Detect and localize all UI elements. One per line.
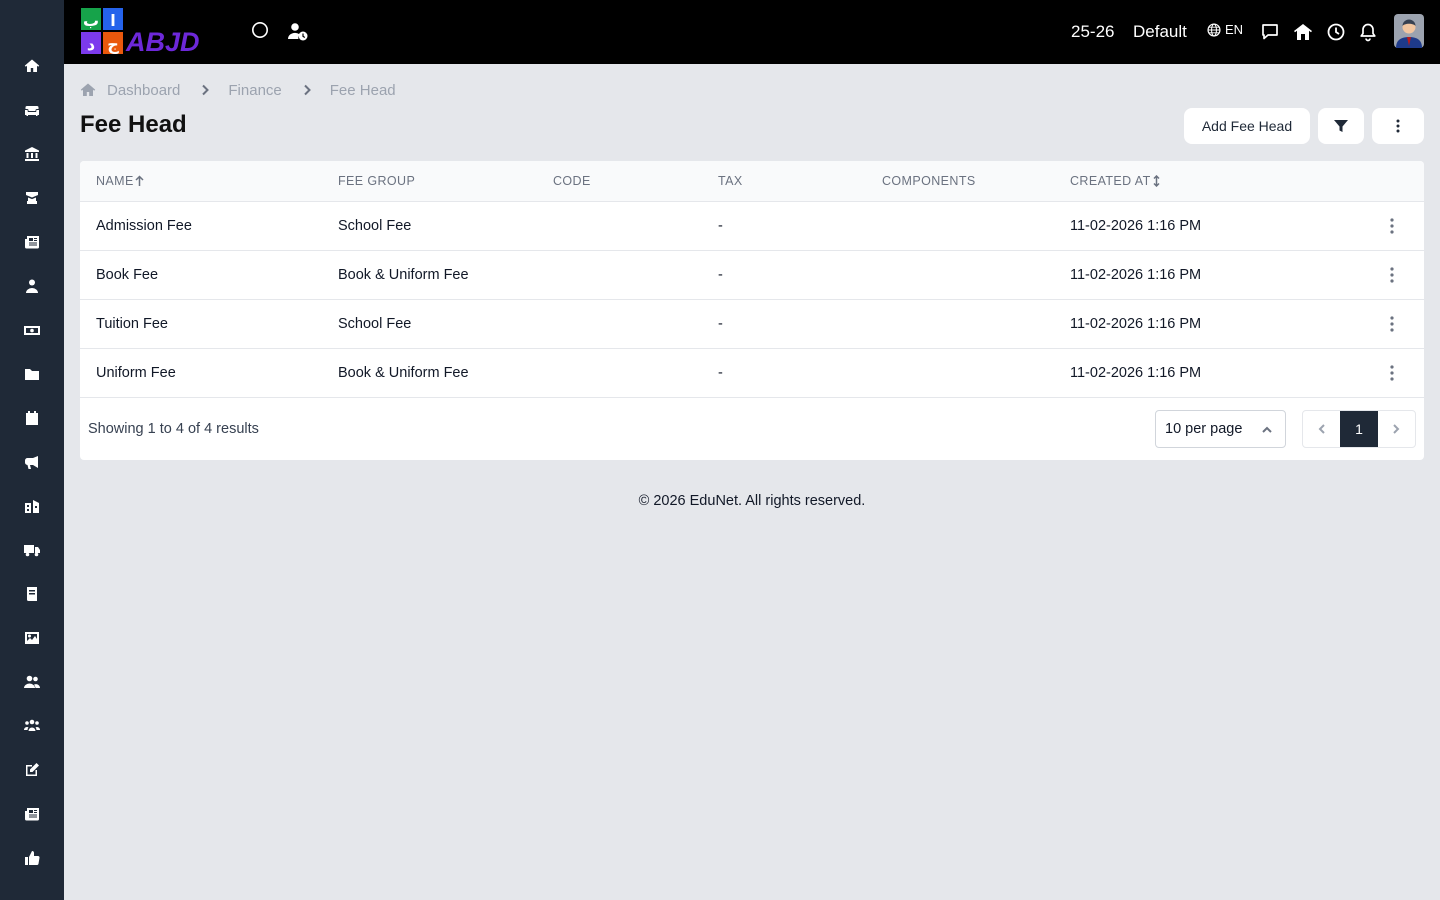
chevron-up-icon	[1262, 426, 1272, 433]
sidebar-users-icon[interactable]	[20, 670, 44, 694]
cell-name: Admission Fee	[96, 218, 192, 234]
chevron-right-icon	[202, 84, 210, 96]
cell-created-at: 11-02-2026 1:16 PM	[1070, 267, 1202, 283]
svg-text:ب: ب	[83, 11, 99, 30]
cell-name: Book Fee	[96, 267, 159, 283]
sidebar-user-icon[interactable]	[20, 274, 44, 298]
column-header-components[interactable]: COMPONENTS	[882, 174, 976, 188]
svg-text:ج: ج	[107, 35, 119, 54]
app-logo[interactable]: ب ا د ج ABJD	[80, 7, 226, 57]
user-clock-icon[interactable]	[286, 20, 310, 44]
language-label: EN	[1225, 22, 1244, 37]
table-header: NAME FEE GROUP CODE TAX COMPONENTS CREAT…	[80, 161, 1424, 202]
cell-created-at: 11-02-2026 1:16 PM	[1070, 316, 1202, 332]
svg-text:ا: ا	[110, 11, 115, 30]
top-bar: ب ا د ج ABJD 25-26 Default EN	[64, 0, 1440, 64]
school-home-icon[interactable]	[1291, 20, 1315, 44]
status-circle-icon[interactable]	[248, 18, 272, 42]
cell-tax: -	[718, 316, 723, 332]
row-actions-icon[interactable]	[1382, 363, 1402, 383]
cell-fee-group: Book & Uniform Fee	[338, 365, 469, 381]
chat-icon[interactable]	[1258, 20, 1282, 44]
table-row[interactable]: Admission Fee School Fee - 11-02-2026 1:…	[80, 202, 1424, 251]
sidebar-thumbs-up-icon[interactable]	[20, 846, 44, 870]
bell-icon[interactable]	[1356, 20, 1380, 44]
cell-fee-group: School Fee	[338, 316, 412, 332]
cell-tax: -	[718, 267, 723, 283]
column-header-created-at[interactable]: CREATED AT	[1070, 174, 1161, 188]
column-header-code[interactable]: CODE	[553, 174, 591, 188]
sidebar-news-icon[interactable]	[20, 802, 44, 826]
next-page-button[interactable]	[1378, 411, 1415, 447]
column-header-fee-group[interactable]: FEE GROUP	[338, 174, 415, 188]
sidebar-calendar-icon[interactable]	[20, 406, 44, 430]
chevron-right-icon	[1393, 424, 1400, 434]
cell-name: Uniform Fee	[96, 365, 176, 381]
chevron-left-icon	[1318, 424, 1325, 434]
sort-ascending-icon	[135, 175, 144, 186]
avatar[interactable]	[1394, 14, 1424, 48]
cell-fee-group: Book & Uniform Fee	[338, 267, 469, 283]
breadcrumb: Dashboard Finance Fee Head	[80, 80, 396, 100]
per-page-value: 10 per page	[1165, 421, 1243, 437]
sidebar-book-icon[interactable]	[20, 582, 44, 606]
filter-icon	[1334, 120, 1348, 132]
sidebar-folder-icon[interactable]	[20, 362, 44, 386]
page-1-button[interactable]: 1	[1340, 411, 1378, 447]
kebab-menu-icon	[1396, 119, 1400, 133]
sidebar-home-icon[interactable]	[20, 54, 44, 78]
session-year[interactable]: 25-26	[1071, 21, 1114, 43]
sidebar-newspaper-icon[interactable]	[20, 230, 44, 254]
cell-created-at: 11-02-2026 1:16 PM	[1070, 218, 1202, 234]
clock-icon[interactable]	[1324, 20, 1348, 44]
more-options-button[interactable]	[1372, 108, 1424, 144]
breadcrumb-home-icon[interactable]	[80, 82, 96, 98]
sidebar-school-icon[interactable]	[20, 494, 44, 518]
footer-copyright: © 2026 EduNet. All rights reserved.	[638, 493, 866, 509]
cell-fee-group: School Fee	[338, 218, 412, 234]
breadcrumb-dashboard[interactable]: Dashboard	[107, 82, 180, 99]
add-fee-head-button[interactable]: Add Fee Head	[1184, 108, 1310, 144]
column-header-name[interactable]: NAME	[96, 174, 144, 188]
cell-tax: -	[718, 365, 723, 381]
row-actions-icon[interactable]	[1382, 314, 1402, 334]
sidebar-truck-icon[interactable]	[20, 538, 44, 562]
sidebar-team-icon[interactable]	[20, 714, 44, 738]
pagination: 1	[1302, 410, 1416, 448]
sort-both-icon	[1153, 175, 1160, 187]
breadcrumb-finance[interactable]: Finance	[228, 82, 281, 99]
fee-head-table-card: NAME FEE GROUP CODE TAX COMPONENTS CREAT…	[80, 161, 1424, 460]
sidebar	[0, 0, 64, 900]
previous-page-button[interactable]	[1303, 411, 1340, 447]
filter-button[interactable]	[1318, 108, 1364, 144]
row-actions-icon[interactable]	[1382, 265, 1402, 285]
sidebar-megaphone-icon[interactable]	[20, 450, 44, 474]
table-row[interactable]: Uniform Fee Book & Uniform Fee - 11-02-2…	[80, 349, 1424, 398]
sidebar-image-icon[interactable]	[20, 626, 44, 650]
page-title: Fee Head	[80, 111, 187, 138]
per-page-select[interactable]: 10 per page	[1155, 410, 1286, 448]
language-selector[interactable]: EN	[1207, 22, 1243, 37]
results-summary: Showing 1 to 4 of 4 results	[88, 421, 259, 437]
cell-created-at: 11-02-2026 1:16 PM	[1070, 365, 1202, 381]
svg-text:ABJD: ABJD	[125, 27, 200, 57]
svg-text:د: د	[87, 35, 95, 54]
sidebar-sofa-icon[interactable]	[20, 98, 44, 122]
sidebar-edit-icon[interactable]	[20, 758, 44, 782]
cell-name: Tuition Fee	[96, 316, 168, 332]
breadcrumb-fee-head: Fee Head	[329, 81, 396, 99]
sidebar-graduation-icon[interactable]	[20, 186, 44, 210]
table-row[interactable]: Book Fee Book & Uniform Fee - 11-02-2026…	[80, 251, 1424, 300]
globe-icon	[1207, 22, 1221, 37]
column-header-tax[interactable]: TAX	[718, 174, 743, 188]
table-row[interactable]: Tuition Fee School Fee - 11-02-2026 1:16…	[80, 300, 1424, 349]
row-actions-icon[interactable]	[1382, 216, 1402, 236]
sidebar-bank-icon[interactable]	[20, 142, 44, 166]
sidebar-money-icon[interactable]	[20, 318, 44, 342]
cell-tax: -	[718, 218, 723, 234]
profile-selector[interactable]: Default	[1133, 21, 1187, 43]
chevron-right-icon	[304, 84, 311, 96]
